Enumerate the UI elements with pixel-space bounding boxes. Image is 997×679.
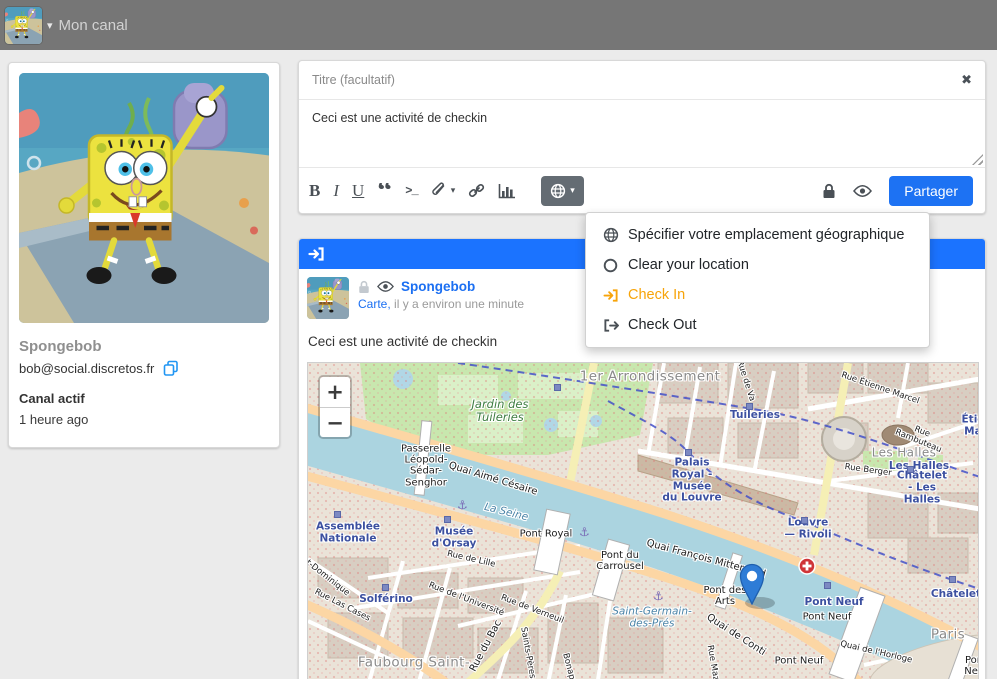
location-dropdown-menu: Spécifier votre emplacement géographique…: [585, 212, 930, 348]
link-icon: [468, 183, 485, 199]
caret-down-icon: ▾: [451, 186, 456, 196]
channel-sidebar: Spongebob bob@social.discretos.fr Canal …: [8, 62, 280, 448]
lock-icon: [822, 183, 836, 199]
copy-address-button[interactable]: [163, 360, 179, 376]
globe-icon: [550, 183, 566, 199]
zoom-in-button[interactable]: +: [320, 377, 350, 407]
code-button[interactable]: >_: [405, 184, 417, 198]
eye-icon: [377, 280, 394, 293]
bold-button[interactable]: B: [309, 181, 320, 201]
post-author-avatar[interactable]: [307, 277, 349, 319]
map-canvas[interactable]: 1er ArrondissementJardin des TuileriesTu…: [307, 362, 979, 679]
post-body-textarea[interactable]: Ceci est une activité de checkin: [299, 100, 985, 167]
post-timestamp: il y a environ une minute: [391, 297, 524, 311]
share-button[interactable]: Partager: [889, 176, 973, 206]
sign-in-icon: [602, 288, 619, 303]
title-input[interactable]: [299, 73, 948, 87]
lock-icon: [358, 280, 370, 294]
sign-out-icon: [602, 318, 619, 333]
composer-toolbar: B I U “ >_ ▾ ▾: [299, 168, 985, 213]
channel-address: bob@social.discretos.fr: [19, 361, 154, 376]
location-link[interactable]: Carte,: [358, 297, 391, 311]
menu-item-set-location[interactable]: Spécifier votre emplacement géographique: [586, 220, 929, 250]
post-composer: ✖ Ceci est une activité de checkin B I U…: [298, 60, 986, 214]
menu-item-check-out[interactable]: Check Out: [586, 310, 929, 340]
location-menu-button[interactable]: ▾: [541, 176, 584, 206]
link-button[interactable]: [468, 183, 485, 199]
channel-status-time: 1 heure ago: [19, 412, 269, 427]
top-navbar: ▾ Mon canal: [0, 0, 997, 50]
hospital-icon: [799, 558, 815, 574]
bar-chart-icon: [498, 183, 516, 199]
profile-image: [19, 73, 269, 323]
permissions-lock-button[interactable]: [822, 183, 836, 199]
menu-item-clear-location[interactable]: Clear your location: [586, 250, 929, 280]
channel-name: Spongebob: [19, 338, 269, 355]
sign-in-icon: [308, 246, 325, 262]
menu-item-check-in[interactable]: Check In: [586, 280, 929, 310]
underline-button[interactable]: U: [352, 181, 364, 201]
map-zoom-control: + −: [318, 375, 352, 439]
map-tiles: [308, 363, 979, 679]
attach-button[interactable]: ▾: [431, 182, 456, 199]
page-title: Mon canal: [59, 17, 128, 34]
caret-down-icon: ▾: [570, 186, 575, 196]
channel-avatar[interactable]: [5, 7, 42, 44]
preview-eye-button[interactable]: [853, 184, 872, 198]
close-icon[interactable]: ✖: [948, 73, 985, 88]
quote-button[interactable]: “: [377, 183, 392, 199]
italic-button[interactable]: I: [333, 181, 339, 201]
channel-status-label: Canal actif: [19, 391, 269, 406]
caret-down-icon[interactable]: ▾: [47, 19, 53, 32]
chart-button[interactable]: [498, 183, 516, 199]
paperclip-icon: [431, 182, 447, 199]
circle-o-icon: [602, 258, 619, 273]
map-marker[interactable]: [739, 563, 765, 605]
post-author-link[interactable]: Spongebob: [401, 279, 475, 294]
zoom-out-button[interactable]: −: [320, 407, 350, 437]
eye-icon: [853, 184, 872, 198]
globe-icon: [602, 227, 619, 243]
